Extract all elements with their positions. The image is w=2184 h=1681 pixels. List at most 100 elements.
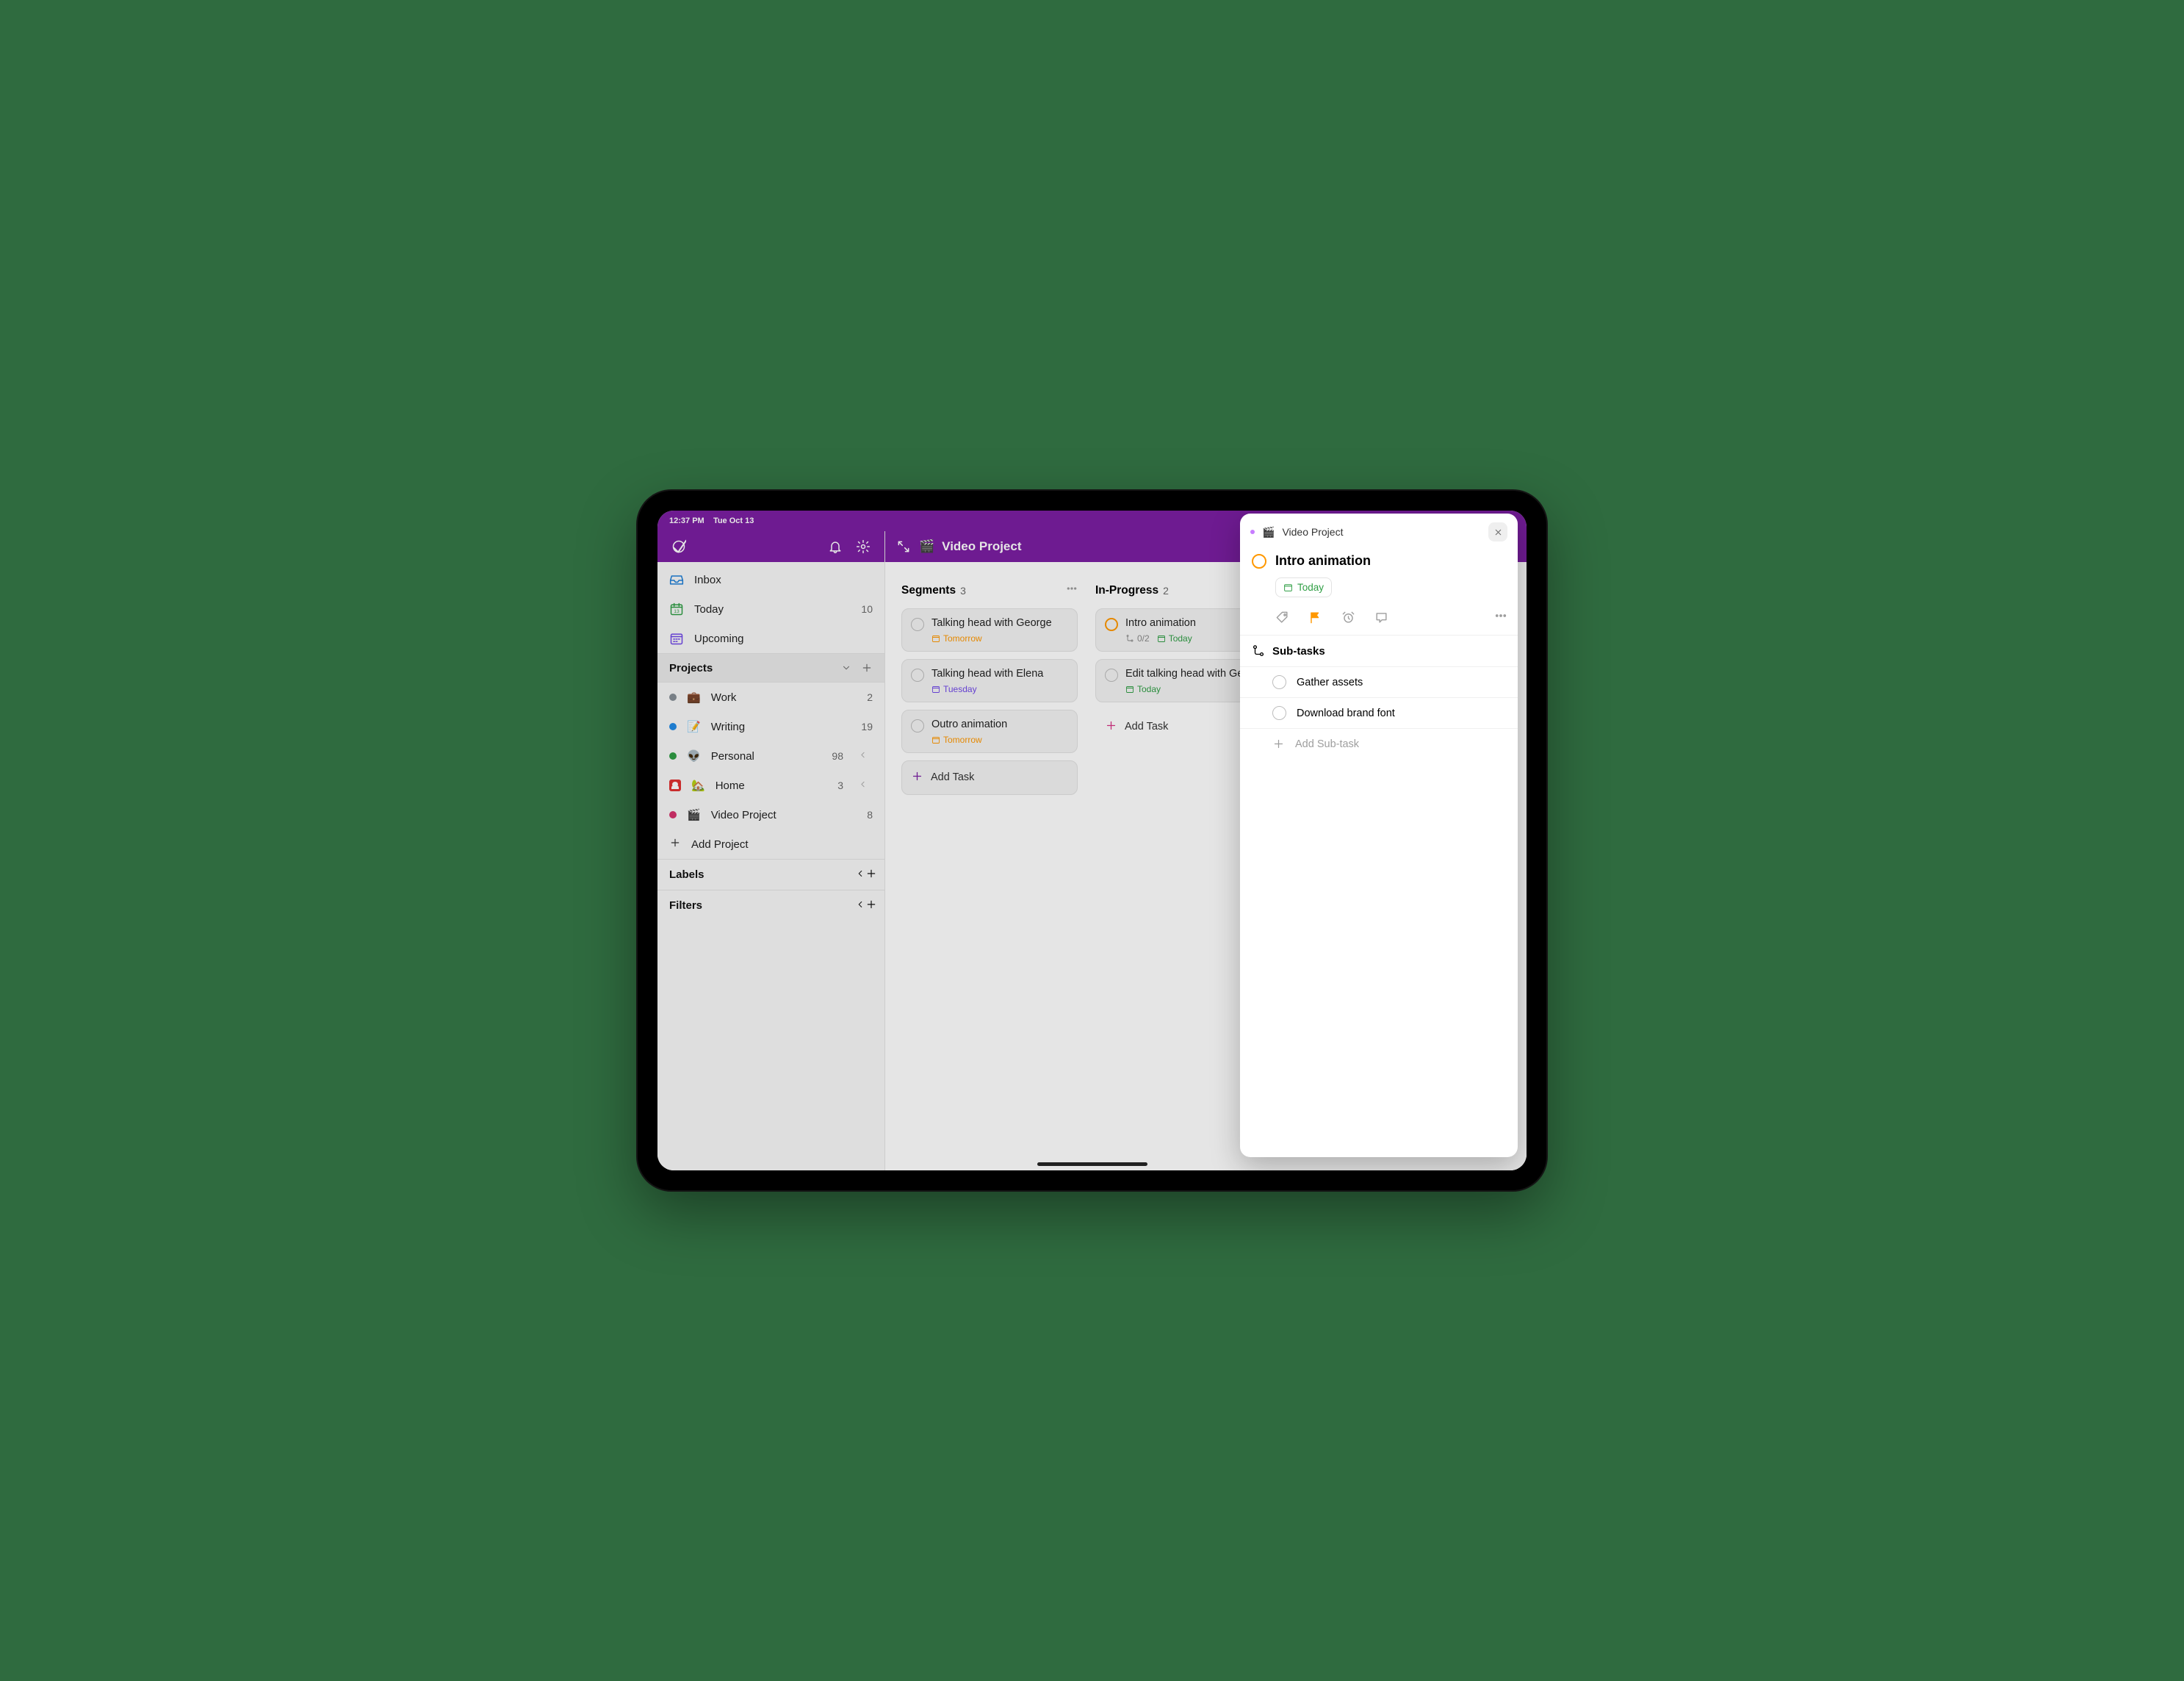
sidebar-section-projects[interactable]: Projects: [657, 653, 884, 683]
section-title: Labels: [669, 868, 704, 881]
sidebar-item-label: Today: [694, 603, 724, 616]
column-title: In-Progress: [1095, 584, 1158, 597]
sidebar-section-labels[interactable]: Labels: [657, 859, 884, 890]
task-meta-date: Tomorrow: [931, 633, 982, 644]
subtask-item[interactable]: Gather assets: [1240, 666, 1518, 697]
subtask-item[interactable]: Download brand font: [1240, 697, 1518, 728]
project-emoji: 🏡: [691, 779, 705, 792]
calendar-upcoming-icon: [669, 631, 684, 646]
project-label: Video Project: [711, 809, 776, 821]
task-title[interactable]: Intro animation: [1275, 553, 1371, 569]
add-task-label: Add Task: [931, 771, 974, 783]
subtask-label: Gather assets: [1297, 677, 1363, 688]
project-emoji: 👽: [687, 749, 701, 763]
column-title: Segments: [901, 584, 956, 597]
shared-avatar-icon: [669, 780, 681, 791]
project-count: 98: [832, 750, 843, 762]
section-title: Filters: [669, 899, 702, 912]
task-title: Talking head with Elena: [931, 667, 1068, 681]
task-complete-circle[interactable]: [911, 719, 924, 732]
expand-icon[interactable]: [895, 536, 912, 558]
chevron-left-icon[interactable]: [855, 868, 865, 882]
sidebar-item-label: Upcoming: [694, 633, 744, 645]
add-task-button[interactable]: Add Task: [901, 760, 1078, 795]
add-subtask-button[interactable]: Add Sub-task: [1240, 728, 1518, 759]
task-meta-date: Tomorrow: [931, 735, 982, 745]
sidebar-section-filters[interactable]: Filters: [657, 890, 884, 921]
subtask-complete-circle[interactable]: [1272, 706, 1286, 720]
column-count: 2: [1163, 585, 1169, 597]
comment-icon[interactable]: [1374, 611, 1388, 624]
due-date-chip[interactable]: Today: [1275, 577, 1332, 597]
label-icon[interactable]: [1275, 611, 1289, 624]
project-color-dot: [669, 811, 677, 818]
add-project-button[interactable]: Add Project: [657, 829, 884, 859]
task-card[interactable]: Talking head with George Tomorrow: [901, 608, 1078, 652]
status-time: 12:37 PM: [669, 516, 704, 525]
add-filter-icon[interactable]: [865, 899, 877, 913]
project-emoji: 📝: [687, 720, 701, 733]
breadcrumb-project[interactable]: Video Project: [1282, 526, 1343, 538]
chevron-left-icon[interactable]: [858, 780, 873, 792]
breadcrumb-emoji: 🎬: [1262, 526, 1275, 539]
sidebar: Inbox 13 Today 10 Upcoming Projects: [657, 531, 885, 1170]
plus-icon: [911, 770, 923, 785]
task-title: Talking head with George: [931, 616, 1068, 630]
calendar-today-icon: 13: [669, 602, 684, 616]
chevron-down-icon[interactable]: [836, 658, 857, 678]
task-complete-circle[interactable]: [911, 618, 924, 631]
sidebar-toolbar: [657, 531, 884, 562]
flag-icon[interactable]: [1308, 611, 1322, 624]
project-emoji: 🎬: [919, 539, 934, 554]
project-emoji: 🎬: [687, 808, 701, 821]
sidebar-item-inbox[interactable]: Inbox: [657, 565, 884, 594]
subtask-complete-circle[interactable]: [1272, 675, 1286, 689]
project-color-dot: [669, 752, 677, 760]
home-indicator[interactable]: [1037, 1162, 1147, 1166]
task-complete-circle[interactable]: [1105, 669, 1118, 682]
chevron-left-icon[interactable]: [855, 899, 865, 913]
task-complete-circle[interactable]: [1252, 554, 1266, 569]
subtasks-icon: [1252, 644, 1265, 658]
task-card[interactable]: Talking head with ElenaTuesday: [901, 659, 1078, 702]
close-button[interactable]: [1488, 522, 1507, 541]
more-icon[interactable]: [1494, 609, 1507, 626]
sidebar-project-home[interactable]: 🏡Home3: [657, 771, 884, 800]
project-count: 3: [837, 780, 843, 791]
project-count: 2: [867, 691, 873, 703]
sidebar-item-label: Inbox: [694, 574, 721, 586]
sidebar-project-work[interactable]: 💼Work2: [657, 683, 884, 712]
add-task-label: Add Task: [1125, 721, 1168, 732]
sidebar-item-count: 10: [861, 603, 873, 615]
status-date: Tue Oct 13: [713, 516, 754, 525]
sidebar-item-upcoming[interactable]: Upcoming: [657, 624, 884, 653]
project-color-dot: [1250, 530, 1255, 534]
plus-icon: [669, 837, 681, 852]
app-logo-icon[interactable]: [668, 536, 690, 558]
task-complete-circle[interactable]: [911, 669, 924, 682]
task-card[interactable]: Outro animationTomorrow: [901, 710, 1078, 753]
due-date-label: Today: [1297, 582, 1324, 593]
add-label-icon[interactable]: [865, 868, 877, 882]
chevron-left-icon[interactable]: [858, 750, 873, 763]
plus-icon: [1105, 719, 1117, 735]
sidebar-project-personal[interactable]: 👽Personal98: [657, 741, 884, 771]
subtasks-header: Sub-tasks: [1240, 636, 1518, 666]
project-title: Video Project: [942, 539, 1021, 554]
add-project-label: Add Project: [691, 838, 749, 851]
notifications-icon[interactable]: [824, 536, 846, 558]
sidebar-project-video-project[interactable]: 🎬 Video Project 8: [657, 800, 884, 829]
sidebar-project-writing[interactable]: 📝Writing19: [657, 712, 884, 741]
task-complete-circle[interactable]: [1105, 618, 1118, 631]
task-meta-sub: 0/2: [1125, 633, 1150, 644]
reminder-icon[interactable]: [1341, 611, 1355, 624]
project-count: 8: [867, 809, 873, 821]
plus-icon: [1272, 738, 1285, 750]
project-label: Work: [711, 691, 737, 704]
column-more-icon[interactable]: [1066, 583, 1078, 598]
add-project-icon[interactable]: [857, 658, 877, 678]
project-label: Writing: [711, 721, 745, 733]
subtasks-title: Sub-tasks: [1272, 645, 1325, 658]
sidebar-item-today[interactable]: 13 Today 10: [657, 594, 884, 624]
settings-icon[interactable]: [852, 536, 874, 558]
